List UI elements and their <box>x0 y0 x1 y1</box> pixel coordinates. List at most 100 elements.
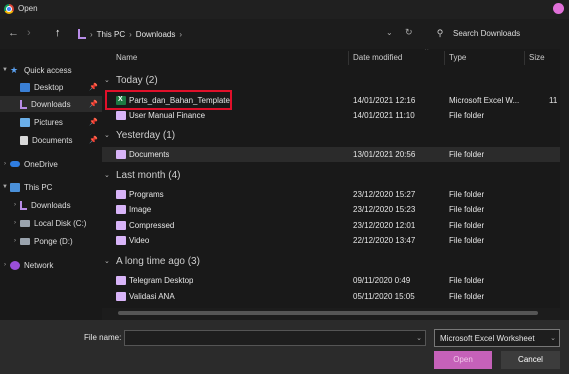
column-header-date-modified[interactable]: Date modified <box>353 49 402 67</box>
chevron-right-icon[interactable]: › <box>10 220 20 226</box>
pin-icon: 📌 <box>89 119 98 126</box>
file-row[interactable]: Documents 13/01/2021 20:56 File folder <box>102 147 567 162</box>
navigation-pane: ▼ ★ Quick access Desktop 📌 Downloads 📌 P… <box>0 49 102 320</box>
group-header-today[interactable]: ⌄ Today (2) <box>104 72 544 88</box>
sidebar-item-label: Downloads <box>31 99 71 109</box>
up-button[interactable]: ↑ <box>55 27 61 39</box>
sidebar-item-ponge-d[interactable]: › Ponge (D:) <box>0 233 102 249</box>
back-button[interactable]: ← <box>8 27 19 39</box>
vertical-scrollbar[interactable] <box>560 49 569 320</box>
search-box[interactable]: ⚲ Search Downloads <box>433 25 563 42</box>
file-name: Documents <box>129 150 170 159</box>
profile-dot-icon[interactable] <box>553 3 564 14</box>
sidebar-item-pc-downloads[interactable]: › Downloads <box>0 197 102 213</box>
chevron-right-icon[interactable]: › <box>0 161 10 167</box>
file-date: 22/12/2020 13:47 <box>353 236 416 245</box>
forward-button[interactable]: › <box>27 27 31 39</box>
chevron-right-icon[interactable]: › <box>0 262 10 268</box>
folder-icon <box>116 221 126 230</box>
file-name: Validasi ANA <box>129 292 175 301</box>
sidebar-item-desktop[interactable]: Desktop 📌 <box>0 79 102 95</box>
sidebar-item-onedrive[interactable]: › OneDrive <box>0 156 102 172</box>
group-header-last-month[interactable]: ⌄ Last month (4) <box>104 167 544 183</box>
folder-icon <box>116 111 126 120</box>
chevron-down-icon: ⌄ <box>104 258 110 265</box>
file-list: ^ Name Date modified Type Size ⌄ Today (… <box>102 49 569 320</box>
breadcrumb-this-pc[interactable]: This PC <box>97 30 125 39</box>
sidebar-item-label: OneDrive <box>24 159 58 169</box>
title-bar: Open <box>0 0 569 19</box>
column-header-size[interactable]: Size <box>529 49 545 67</box>
file-name-label: File name: <box>84 333 122 342</box>
chevron-down-icon[interactable]: ⌄ <box>416 334 422 342</box>
sidebar-item-label: Downloads <box>31 200 71 210</box>
dialog-footer: File name: ⌄ Microsoft Excel Worksheet ⌄… <box>0 320 569 374</box>
sidebar-item-label: Documents <box>32 135 73 145</box>
chevron-right-icon[interactable]: › <box>10 238 20 244</box>
group-header-long-time-ago[interactable]: ⌄ A long time ago (3) <box>104 253 544 269</box>
file-row[interactable]: User Manual Finance 14/01/2021 11:10 Fil… <box>102 108 567 123</box>
file-row[interactable]: Telegram Desktop 09/11/2020 0:49 File fo… <box>102 273 567 288</box>
file-date: 23/12/2020 15:23 <box>353 205 416 214</box>
file-name-input[interactable]: ⌄ <box>124 330 426 346</box>
file-type-select[interactable]: Microsoft Excel Worksheet ⌄ <box>434 329 560 347</box>
sidebar-item-label: Network <box>24 260 54 270</box>
sidebar-item-documents[interactable]: Documents 📌 <box>0 132 102 148</box>
file-date: 23/12/2020 12:01 <box>353 221 416 230</box>
open-button[interactable]: Open <box>434 351 492 369</box>
file-row[interactable]: Programs 23/12/2020 15:27 File folder <box>102 187 567 202</box>
chevron-right-icon[interactable]: › <box>10 202 20 208</box>
file-row[interactable]: Compressed 23/12/2020 12:01 File folder <box>102 218 567 233</box>
search-input[interactable]: Search Downloads <box>453 29 520 38</box>
file-row[interactable]: Image 23/12/2020 15:23 File folder <box>102 202 567 217</box>
disk-icon <box>20 237 30 245</box>
sidebar-item-downloads[interactable]: Downloads 📌 <box>0 96 102 112</box>
search-icon: ⚲ <box>436 28 444 38</box>
column-header-type[interactable]: Type <box>449 49 466 67</box>
file-row[interactable]: Video 22/12/2020 13:47 File folder <box>102 233 567 248</box>
sidebar-item-this-pc[interactable]: ▼ This PC <box>0 179 102 195</box>
cancel-button[interactable]: Cancel <box>501 351 560 369</box>
column-divider[interactable] <box>444 51 445 65</box>
file-type: File folder <box>449 221 485 230</box>
disk-icon <box>20 219 30 227</box>
sort-caret-icon: ^ <box>425 49 429 54</box>
group-header-yesterday[interactable]: ⌄ Yesterday (1) <box>104 127 544 143</box>
sidebar-item-label: Quick access <box>24 65 72 75</box>
chevron-down-icon[interactable]: ▼ <box>0 67 10 73</box>
pc-icon <box>10 182 20 192</box>
file-name: Video <box>129 236 150 245</box>
sidebar-item-label: Desktop <box>34 82 64 92</box>
sidebar-item-pictures[interactable]: Pictures 📌 <box>0 114 102 130</box>
file-date: 09/11/2020 0:49 <box>353 276 411 285</box>
horizontal-scrollbar[interactable] <box>102 308 560 320</box>
sidebar-item-quick-access[interactable]: ▼ ★ Quick access <box>0 62 102 78</box>
file-date: 13/01/2021 20:56 <box>353 150 416 159</box>
folder-icon <box>116 292 126 301</box>
sidebar-item-network[interactable]: › Network <box>0 257 102 273</box>
chevron-down-icon: ⌄ <box>104 172 110 179</box>
group-label: Yesterday (1) <box>116 129 176 141</box>
pin-icon: 📌 <box>89 137 98 144</box>
network-icon <box>10 260 20 270</box>
address-bar[interactable]: › This PC › Downloads › <box>78 27 182 41</box>
sidebar-item-label: Local Disk (C:) <box>34 218 87 228</box>
chevron-right-icon[interactable]: › <box>179 30 182 39</box>
folder-icon <box>116 236 126 245</box>
address-dropdown-icon[interactable]: ⌄ <box>386 28 393 37</box>
file-type-value: Microsoft Excel Worksheet <box>440 334 535 343</box>
file-row[interactable]: Validasi ANA 05/11/2020 15:05 File folde… <box>102 289 567 304</box>
refresh-button[interactable]: ↻ <box>405 27 413 38</box>
sidebar-item-label: This PC <box>24 182 53 192</box>
column-divider[interactable] <box>348 51 349 65</box>
column-header-name[interactable]: Name <box>116 49 137 67</box>
chevron-down-icon[interactable]: ▼ <box>0 184 10 190</box>
sidebar-item-local-disk-c[interactable]: › Local Disk (C:) <box>0 215 102 231</box>
file-name: User Manual Finance <box>129 111 206 120</box>
column-divider[interactable] <box>524 51 525 65</box>
file-type: File folder <box>449 236 485 245</box>
breadcrumb-downloads[interactable]: Downloads <box>136 30 176 39</box>
scrollbar-thumb[interactable] <box>118 311 538 315</box>
group-label: Today (2) <box>116 74 158 86</box>
chevron-right-icon: › <box>129 29 132 39</box>
